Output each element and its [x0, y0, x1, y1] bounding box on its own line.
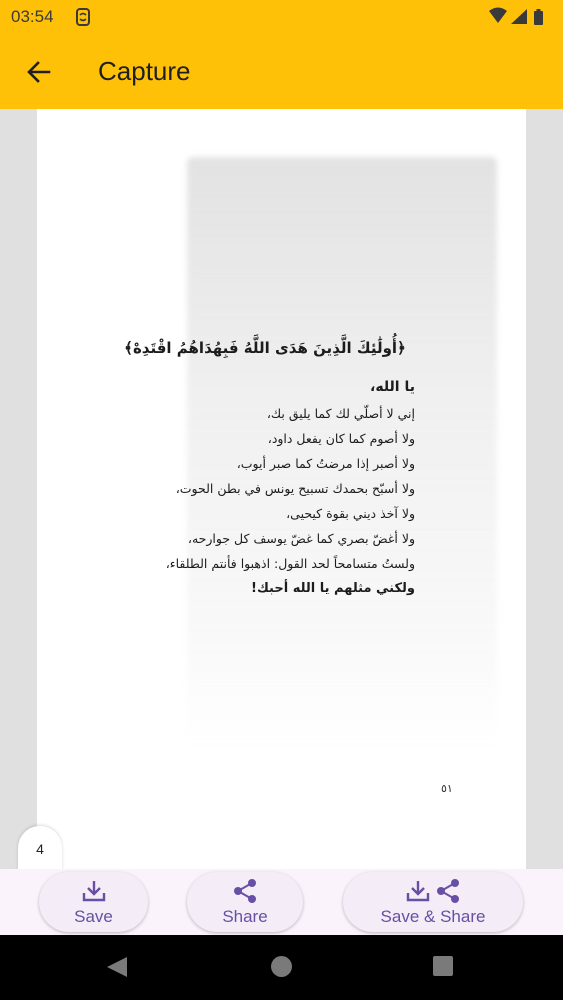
text-line: ولا آخذ ديني بقوة كيحيى، [286, 506, 415, 521]
app-notification-icon [74, 7, 92, 27]
save-button[interactable]: Save [39, 872, 148, 932]
text-line: ولا أصبر إذا مرضتُ كما صبر أيوب، [236, 456, 415, 471]
nav-back-icon[interactable] [105, 955, 129, 979]
wifi-icon [489, 7, 507, 23]
back-button[interactable] [14, 48, 62, 96]
download-icon [406, 880, 430, 901]
action-bar: Save Share Save & Share [0, 869, 563, 935]
text-heading: يا الله، [370, 379, 415, 395]
text-line: ولا أغضّ بصري كما غضّ يوسف كل جوارحه، [187, 531, 415, 546]
system-nav-bar [0, 935, 563, 1000]
arrow-back-icon [27, 61, 51, 83]
save-and-share-button[interactable]: Save & Share [343, 872, 523, 932]
share-icon [234, 878, 256, 903]
signal-icon [511, 9, 527, 24]
app-bar: Capture [0, 34, 563, 109]
text-line: إني لا أصلّي لك كما يليق بك، [266, 406, 415, 421]
page-number: ٥١ [441, 782, 453, 795]
page-count-badge[interactable]: 4 [18, 826, 62, 872]
save-label: Save [74, 906, 113, 926]
text-line: ولا أسبّح بحمدك تسبيح يونس في بطن الحوت، [175, 481, 415, 496]
save-share-label: Save & Share [380, 906, 486, 926]
quran-verse: ﴿أُولَٰئِكَ الَّذِينَ هَدَى اللَّهُ فَبِ… [124, 339, 406, 357]
battery-icon [534, 9, 543, 25]
share-button[interactable]: Share [187, 872, 303, 932]
capture-preview[interactable]: ﴿أُولَٰئِكَ الَّذِينَ هَدَى اللَّهُ فَبِ… [0, 109, 563, 869]
text-line: ولا أصوم كما كان يفعل داود، [267, 431, 415, 446]
text-line: ولكني مثلهم يا الله أحبك! [251, 581, 415, 596]
nav-home-icon[interactable] [271, 956, 292, 977]
scanned-page: ﴿أُولَٰئِكَ الَّذِينَ هَدَى اللَّهُ فَبِ… [37, 109, 526, 869]
status-time: 03:54 [11, 7, 54, 26]
nav-recents-icon[interactable] [433, 956, 453, 976]
page-title: Capture [98, 56, 191, 86]
page-text: ﴿أُولَٰئِكَ الَّذِينَ هَدَى اللَّهُ فَبِ… [115, 339, 415, 601]
share-label: Share [222, 906, 268, 926]
status-bar: 03:54 [0, 0, 563, 34]
download-icon [82, 880, 105, 901]
share-icon [437, 878, 459, 903]
text-line: ولستُ متسامحاً لحد القول: اذهبوا فأنتم ا… [165, 556, 415, 571]
